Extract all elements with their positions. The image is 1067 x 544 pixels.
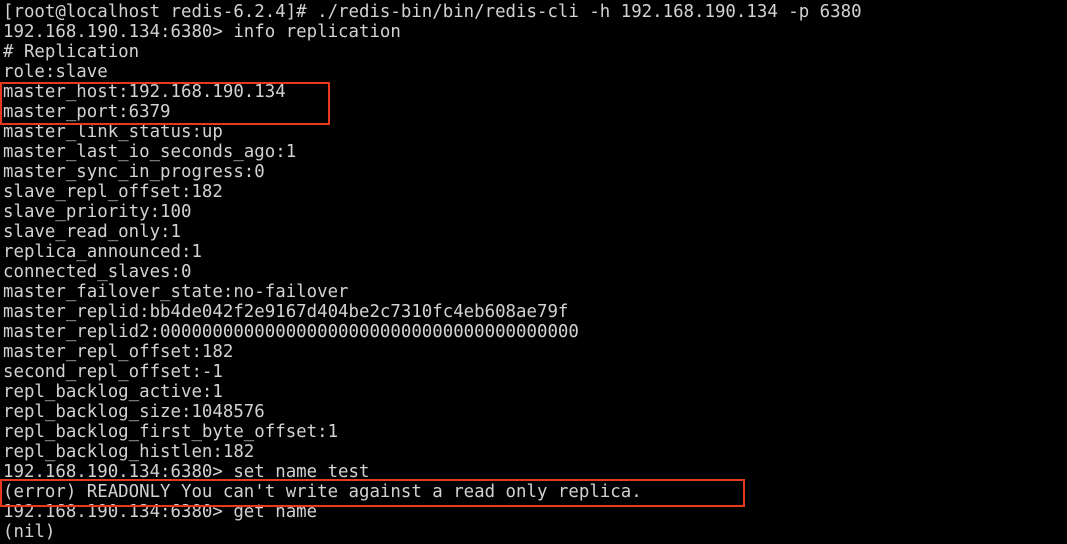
output-line: slave_read_only:1 (3, 222, 181, 242)
output-line: slave_repl_offset:182 (3, 182, 223, 202)
output-line: # Replication (3, 42, 140, 62)
output-line: master_last_io_seconds_ago:1 (3, 142, 297, 162)
output-line: second_repl_offset:-1 (3, 362, 223, 382)
error-line-readonly: (error) READONLY You can't write against… (3, 482, 642, 502)
output-line: connected_slaves:0 (3, 262, 192, 282)
output-line-master-port: master_port:6379 (3, 102, 171, 122)
output-line: master_failover_state:no-failover (3, 282, 349, 302)
output-line-master-host: master_host:192.168.190.134 (3, 82, 286, 102)
output-line: master_replid:bb4de042f2e9167d404be2c731… (3, 302, 569, 322)
output-line: slave_priority:100 (3, 202, 192, 222)
output-line: repl_backlog_active:1 (3, 382, 223, 402)
output-line: repl_backlog_first_byte_offset:1 (3, 422, 339, 442)
output-line: repl_backlog_histlen:182 (3, 442, 255, 462)
output-line: replica_announced:1 (3, 242, 202, 262)
output-line: master_repl_offset:182 (3, 342, 234, 362)
terminal-window[interactable]: [root@localhost redis-6.2.4]# ./redis-bi… (0, 0, 1067, 544)
command-line-redis-cli: [root@localhost redis-6.2.4]# ./redis-bi… (3, 2, 862, 22)
output-line-nil: (nil) (3, 522, 56, 542)
command-line-get: 192.168.190.134:6380> get name (3, 502, 318, 522)
output-line: repl_backlog_size:1048576 (3, 402, 265, 422)
output-line: master_link_status:up (3, 122, 223, 142)
command-line-set: 192.168.190.134:6380> set name test (3, 462, 370, 482)
output-line: master_replid2:0000000000000000000000000… (3, 322, 579, 342)
output-line: master_sync_in_progress:0 (3, 162, 265, 182)
command-line-info: 192.168.190.134:6380> info replication (3, 22, 401, 42)
output-line-role: role:slave (3, 62, 108, 82)
